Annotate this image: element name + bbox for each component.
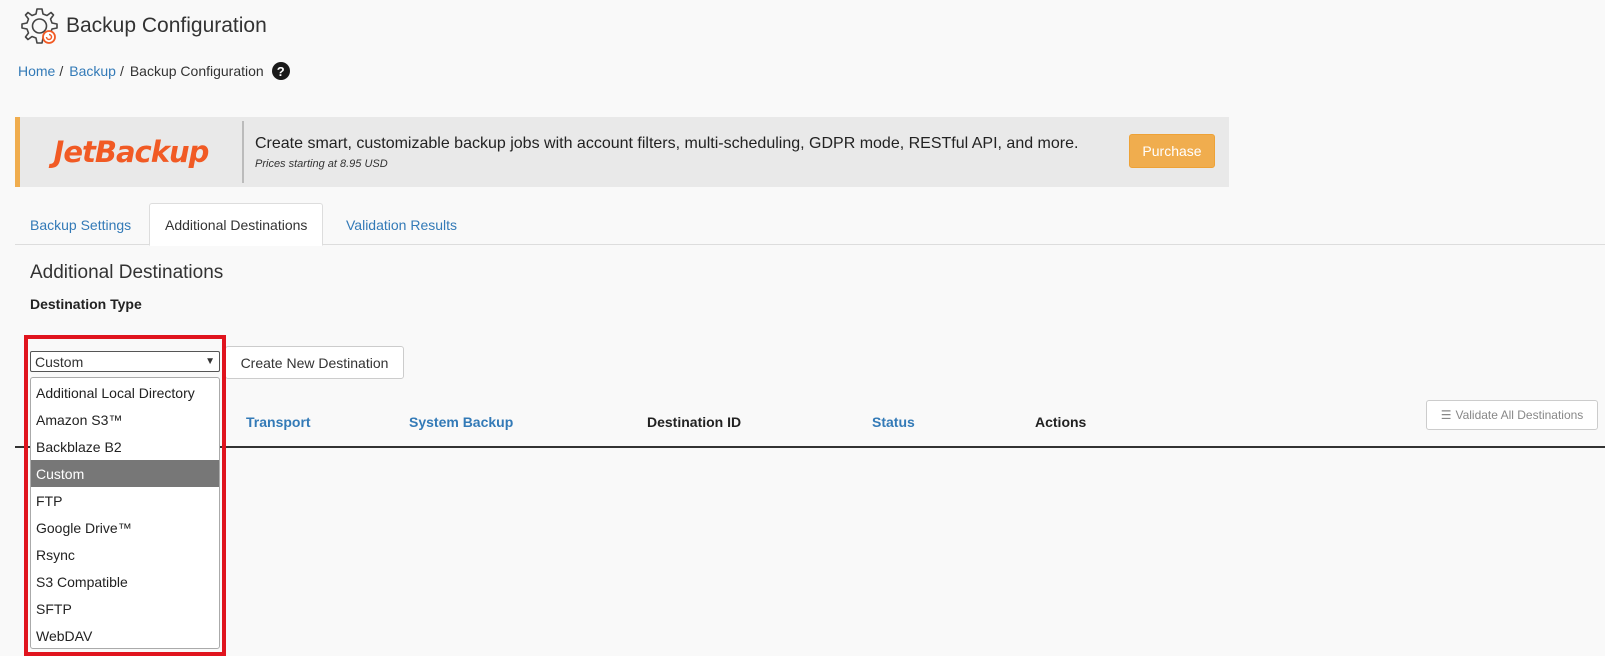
destination-type-select[interactable]: Custom ▼ bbox=[30, 351, 220, 372]
promo-banner: JetBackup Create smart, customizable bac… bbox=[15, 117, 1229, 187]
column-transport[interactable]: Transport bbox=[246, 414, 311, 430]
jetbackup-logo: JetBackup bbox=[20, 121, 244, 183]
destination-type-options: Additional Local Directory Amazon S3™ Ba… bbox=[30, 377, 220, 649]
gear-icon bbox=[21, 8, 58, 44]
section-title: Additional Destinations bbox=[30, 262, 224, 283]
option-additional-local-directory[interactable]: Additional Local Directory bbox=[31, 379, 219, 406]
validate-all-destinations-button[interactable]: ☰ Validate All Destinations bbox=[1426, 400, 1598, 430]
breadcrumb-separator: / bbox=[119, 63, 124, 79]
destinations-table-header: Transport System Backup Destination ID S… bbox=[15, 400, 1605, 448]
tab-validation-results[interactable]: Validation Results bbox=[331, 203, 472, 246]
column-actions: Actions bbox=[1035, 414, 1087, 430]
option-amazon-s3[interactable]: Amazon S3™ bbox=[31, 406, 219, 433]
purchase-button[interactable]: Purchase bbox=[1129, 134, 1215, 168]
tab-additional-destinations[interactable]: Additional Destinations bbox=[149, 203, 324, 246]
promo-price: Prices starting at 8.95 USD bbox=[255, 157, 388, 170]
option-ftp[interactable]: FTP bbox=[31, 487, 219, 514]
option-rsync[interactable]: Rsync bbox=[31, 541, 219, 568]
promo-text: Create smart, customizable backup jobs w… bbox=[255, 135, 1078, 170]
breadcrumb: Home / Backup / Backup Configuration ? bbox=[18, 62, 290, 80]
breadcrumb-backup-link[interactable]: Backup bbox=[69, 63, 116, 79]
breadcrumb-separator: / bbox=[59, 63, 64, 79]
option-webdav[interactable]: WebDAV bbox=[31, 622, 219, 649]
promo-description: Create smart, customizable backup jobs w… bbox=[255, 134, 1079, 152]
checklist-icon: ☰ bbox=[1440, 408, 1452, 422]
page-header: Backup Configuration bbox=[18, 4, 267, 48]
help-icon[interactable]: ? bbox=[271, 62, 290, 80]
chevron-down-icon: ▼ bbox=[205, 356, 215, 367]
destination-type-label: Destination Type bbox=[30, 296, 142, 312]
tab-bar: Backup Settings Additional Destinations … bbox=[15, 203, 1605, 246]
option-s3-compatible[interactable]: S3 Compatible bbox=[31, 568, 219, 595]
select-value: Custom bbox=[35, 353, 84, 370]
option-custom[interactable]: Custom bbox=[31, 460, 219, 487]
option-sftp[interactable]: SFTP bbox=[31, 595, 219, 622]
column-system-backup[interactable]: System Backup bbox=[409, 414, 513, 430]
option-backblaze-b2[interactable]: Backblaze B2 bbox=[31, 433, 219, 460]
page-title: Backup Configuration bbox=[66, 14, 267, 37]
option-google-drive[interactable]: Google Drive™ bbox=[31, 514, 219, 541]
column-destination-id: Destination ID bbox=[647, 414, 742, 430]
breadcrumb-current: Backup Configuration bbox=[129, 63, 264, 79]
column-status[interactable]: Status bbox=[872, 414, 915, 430]
tab-backup-settings[interactable]: Backup Settings bbox=[15, 203, 146, 246]
breadcrumb-home-link[interactable]: Home bbox=[18, 63, 55, 79]
create-new-destination-button[interactable]: Create New Destination bbox=[225, 346, 404, 379]
